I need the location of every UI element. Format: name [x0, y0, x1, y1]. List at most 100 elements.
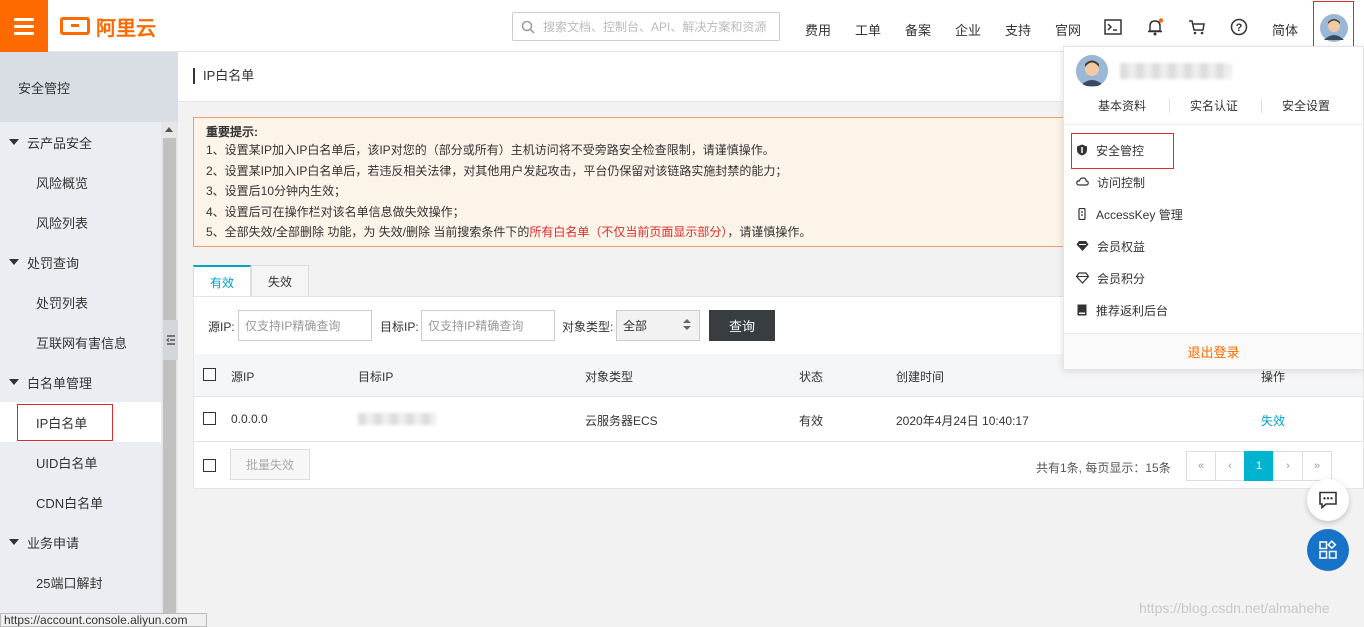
diamond-outline-icon: [1076, 272, 1089, 284]
sidebar-group-whitelist[interactable]: 白名单管理: [0, 362, 161, 402]
sidebar-group-penalty[interactable]: 处罚查询: [0, 242, 161, 282]
avatar-icon: [1076, 55, 1108, 87]
sidebar-collapse-toggle[interactable]: [163, 320, 178, 360]
object-type-select[interactable]: 全部: [616, 310, 700, 341]
row-source-ip: 0.0.0.0: [231, 412, 268, 426]
query-button[interactable]: 查询: [709, 310, 775, 341]
scroll-up-icon[interactable]: [165, 127, 173, 132]
basic-info-link[interactable]: 基本资料: [1098, 97, 1146, 114]
real-name-auth-link[interactable]: 实名认证: [1190, 97, 1238, 114]
select-arrows-icon: [683, 319, 691, 330]
last-page-button[interactable]: »: [1302, 451, 1332, 481]
nav-support[interactable]: 支持: [1005, 20, 1031, 39]
nav-billing[interactable]: 费用: [805, 20, 831, 39]
menu-access-control[interactable]: 访问控制: [1076, 171, 1145, 193]
caret-down-icon: [9, 379, 19, 385]
link-separator: [1169, 99, 1170, 113]
tab-invalid[interactable]: 失效: [251, 265, 309, 297]
apps-grid-icon: [1319, 540, 1337, 559]
chat-button[interactable]: [1307, 479, 1349, 521]
divider: [1064, 124, 1364, 125]
page-title: IP白名单: [193, 68, 254, 84]
footer-checkbox[interactable]: [203, 459, 216, 472]
sidebar-item-uid-whitelist[interactable]: UID白名单: [0, 442, 161, 482]
caret-down-icon: [9, 139, 19, 145]
collapse-icon: [165, 335, 175, 345]
book-icon: [1077, 304, 1087, 316]
aliyun-logo[interactable]: 阿里云: [60, 14, 156, 40]
object-type-label: 对象类型:: [562, 320, 614, 334]
col-object-type: 对象类型: [585, 370, 634, 384]
search-input[interactable]: [543, 19, 773, 34]
sidebar-group-business[interactable]: 业务申请: [0, 522, 161, 562]
cart-icon[interactable]: [1188, 18, 1206, 36]
sidebar-item-risk-overview[interactable]: 风险概览: [0, 162, 161, 202]
scrollbar-thumb[interactable]: [163, 138, 176, 627]
link-separator: [1261, 99, 1262, 113]
sidebar-item-cdn-whitelist[interactable]: CDN白名单: [0, 482, 161, 522]
menu-security-control[interactable]: 安全管控: [1076, 139, 1144, 161]
nav-enterprise[interactable]: 企业: [955, 20, 981, 39]
cloud-icon: [1076, 177, 1089, 186]
language-switch[interactable]: 简体: [1272, 20, 1298, 39]
terminal-icon[interactable]: [1104, 18, 1122, 36]
select-all-checkbox[interactable]: [203, 368, 216, 381]
chat-icon: [1319, 491, 1337, 509]
sidebar-item-risk-list[interactable]: 风险列表: [0, 202, 161, 242]
row-checkbox[interactable]: [203, 412, 216, 425]
status-tabs: 有效 失效: [193, 265, 309, 297]
logo-mark-icon: [60, 17, 90, 35]
col-source-ip: 源IP: [231, 370, 255, 384]
shield-icon: [1077, 144, 1087, 156]
menu-member-benefits[interactable]: 会员权益: [1076, 235, 1145, 257]
menu-referral-rebate[interactable]: 推荐返利后台: [1076, 299, 1168, 321]
row-invalidate-link[interactable]: 失效: [1261, 412, 1285, 429]
bell-icon[interactable]: [1146, 18, 1164, 36]
sidebar-item-ip-whitelist[interactable]: IP白名单: [0, 402, 161, 442]
account-links: 基本资料 实名认证 安全设置: [1064, 95, 1364, 115]
col-created: 创建时间: [896, 370, 945, 384]
logo-text: 阿里云: [96, 17, 156, 40]
first-page-button[interactable]: «: [1186, 451, 1216, 481]
sidebar-title: 安全管控: [0, 52, 178, 122]
nav-ticket[interactable]: 工单: [855, 20, 881, 39]
apps-button[interactable]: [1307, 529, 1349, 571]
user-dropdown: 基本资料 实名认证 安全设置 安全管控 访问控制 AccessKey 管理 会员…: [1063, 46, 1364, 369]
highlight-box: [17, 404, 113, 441]
redacted-username: [1120, 63, 1232, 79]
nav-icp[interactable]: 备案: [905, 20, 931, 39]
nav-website[interactable]: 官网: [1055, 20, 1081, 39]
menu-accesskey[interactable]: AccessKey 管理: [1076, 203, 1183, 225]
tab-valid[interactable]: 有效: [193, 265, 251, 297]
prev-page-button[interactable]: ‹: [1215, 451, 1245, 481]
source-ip-input[interactable]: [238, 310, 372, 341]
table-row: 0.0.0.0 云服务器ECS 有效 2020年4月24日 10:40:17 失…: [194, 397, 1363, 442]
target-ip-input[interactable]: [421, 310, 555, 341]
col-target-ip: 目标IP: [358, 370, 394, 384]
top-bar: 阿里云 费用 工单 备案 企业 支持 官网 ? 简体: [0, 0, 1364, 61]
menu-icon[interactable]: [0, 0, 48, 52]
sidebar-item-port25[interactable]: 25端口解封: [0, 562, 161, 602]
row-created: 2020年4月24日 10:40:17: [896, 414, 1029, 428]
sidebar-group-cloud-security[interactable]: 云产品安全: [0, 122, 161, 162]
table-footer: 批量失效 共有1条, 每页显示：15条 « ‹ 1 › »: [194, 442, 1363, 488]
redacted-target-ip: [358, 413, 436, 425]
sidebar-scrollbar[interactable]: [161, 122, 178, 627]
sidebar: 安全管控 云产品安全 风险概览 风险列表 处罚查询 处罚列表 互联网有害信息 白…: [0, 52, 178, 627]
next-page-button[interactable]: ›: [1273, 451, 1303, 481]
row-status: 有效: [799, 414, 824, 428]
page-info: 共有1条, 每页显示：15条: [1036, 461, 1171, 475]
batch-invalidate-button[interactable]: 批量失效: [230, 449, 310, 480]
sidebar-item-harmful-info[interactable]: 互联网有害信息: [0, 322, 161, 362]
page-1-button[interactable]: 1: [1244, 451, 1274, 481]
search-box[interactable]: [512, 12, 780, 41]
col-status: 状态: [799, 370, 824, 384]
help-icon[interactable]: ?: [1230, 18, 1248, 36]
target-ip-label: 目标IP:: [380, 320, 419, 334]
security-settings-link[interactable]: 安全设置: [1282, 97, 1330, 114]
sidebar-item-penalty-list[interactable]: 处罚列表: [0, 282, 161, 322]
menu-member-points[interactable]: 会员积分: [1076, 267, 1145, 289]
caret-down-icon: [9, 539, 19, 545]
logout-button[interactable]: 退出登录: [1064, 333, 1363, 369]
watermark: https://blog.csdn.net/almahehe: [1139, 600, 1330, 616]
